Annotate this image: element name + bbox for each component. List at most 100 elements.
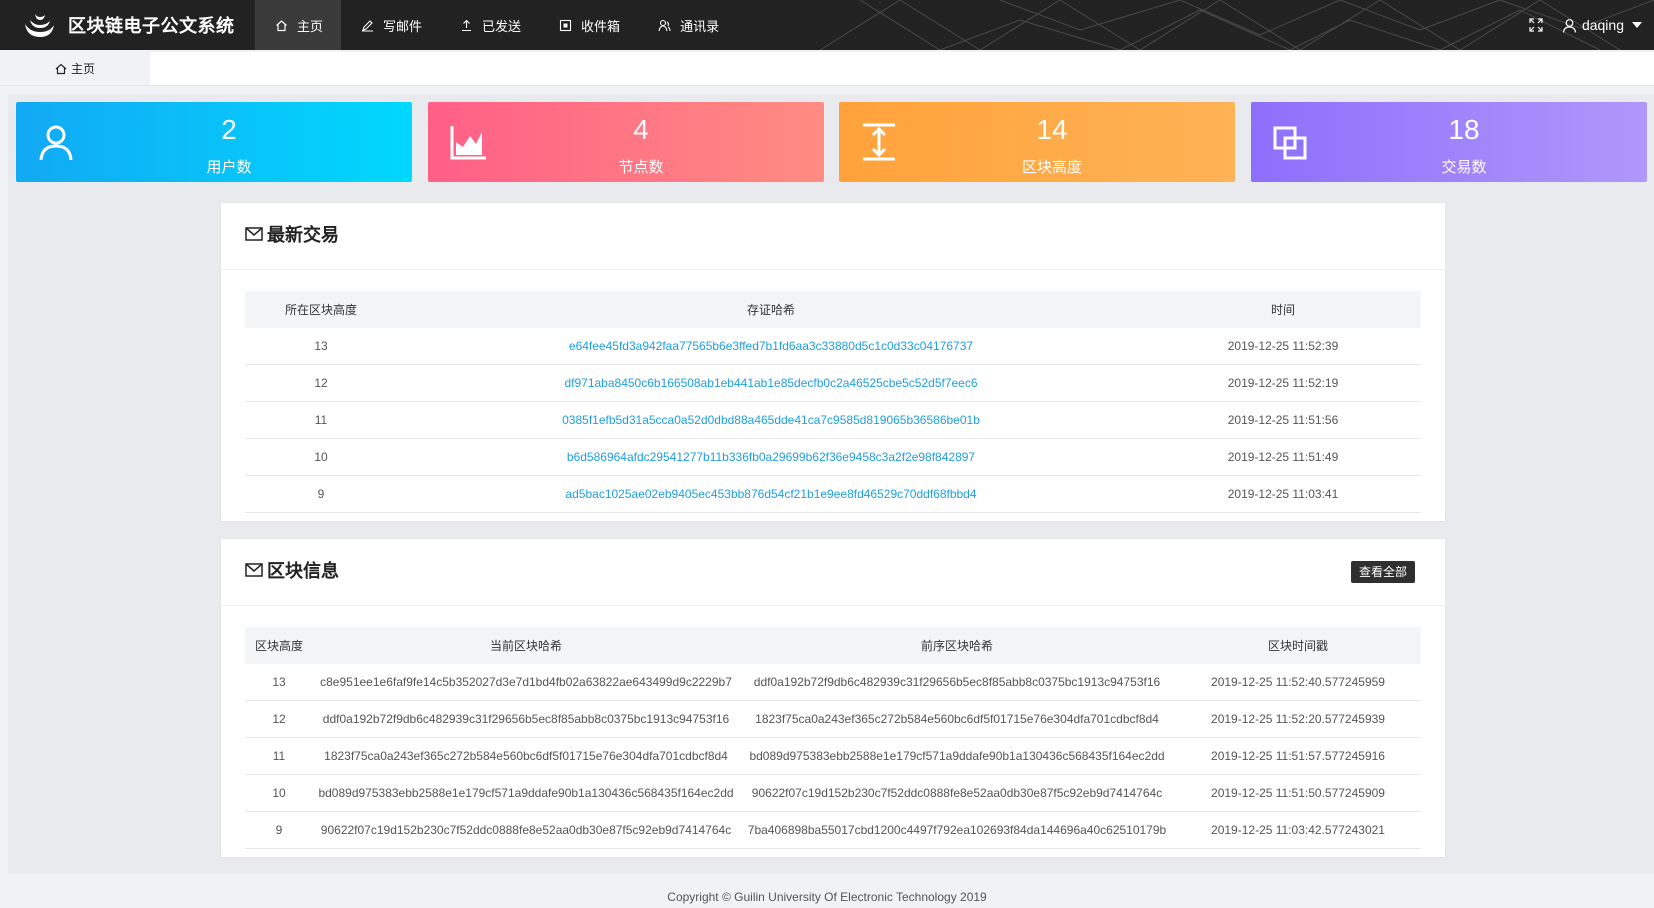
current-hash-cell: 1823f75ca0a243ef365c272b584e560bc6df5f01… [313,737,739,775]
timestamp-cell: 2019-12-25 11:51:57.577245916 [1175,737,1421,775]
timestamp-cell: 2019-12-25 11:52:20.577245939 [1175,700,1421,738]
previous-hash-cell: 90622f07c19d152b230c7f52ddc0888fe8e52aa0… [739,774,1175,812]
time-cell: 2019-12-25 11:51:56 [1145,401,1421,439]
user-menu[interactable]: daqing [1562,17,1642,33]
previous-hash-cell: 7ba406898ba55017cbd1200c4497f792ea102693… [739,811,1175,849]
nav-item-contacts[interactable]: 通讯录 [638,0,737,50]
column-header: 当前区块哈希 [313,627,739,664]
table-row: 9 ad5bac1025ae02eb9405ec453bb876d54cf21b… [245,475,1421,513]
stat-card-block-height[interactable]: 14 区块高度 [839,102,1235,182]
timestamp-cell: 2019-12-25 11:03:42.577243021 [1175,811,1421,849]
hash-link[interactable]: df971aba8450c6b166508ab1eb441ab1e85decfb… [397,364,1145,402]
nav-item-inbox[interactable]: 收件箱 [539,0,638,50]
time-cell: 2019-12-25 11:52:19 [1145,364,1421,402]
top-navbar: 区块链电子公文系统 主页 写邮件 已发送 收件箱 通讯录 daqing [0,0,1654,50]
stat-card-transactions[interactable]: 18 交易数 [1251,102,1647,182]
block-info-card: 区块信息 查看全部 区块高度 当前区块哈希 前序区块哈希 区块时间戳 13 c8… [220,538,1446,858]
column-header: 存证哈希 [397,291,1145,328]
upload-icon [460,19,473,32]
nav-item-sent[interactable]: 已发送 [440,0,539,50]
card-header: 区块信息 查看全部 [221,539,1445,606]
home-icon [55,63,67,74]
mail-icon [245,563,263,577]
time-cell: 2019-12-25 11:51:49 [1145,438,1421,476]
fullscreen-icon[interactable] [1528,17,1544,33]
transactions-table: 所在区块高度 存证哈希 时间 13 e64fee45fd3a942faa7756… [245,291,1421,513]
current-hash-cell: c8e951ee1e6faf9fe14c5b352027d3e7d1bd4fb0… [313,664,739,701]
footer-copyright: Copyright © Guilin University Of Electro… [667,890,987,904]
block-height-cell: 10 [245,774,313,812]
nav-item-home[interactable]: 主页 [255,0,342,50]
latest-transactions-card: 最新交易 所在区块高度 存证哈希 时间 13 e64fee45fd3a942fa… [220,202,1446,522]
block-height-cell: 12 [245,364,397,402]
stat-card-nodes[interactable]: 4 节点数 [428,102,824,182]
current-hash-cell: ddf0a192b72f9db6c482939c31f29656b5ec8f85… [313,700,739,738]
table-row: 13 e64fee45fd3a942faa77565b6e3ffed7b1fd6… [245,328,1421,365]
nav-label: 通讯录 [680,18,720,34]
app-title: 区块链电子公文系统 [68,16,235,36]
nav-label: 已发送 [482,18,522,34]
hash-link[interactable]: e64fee45fd3a942faa77565b6e3ffed7b1fd6aa3… [397,328,1145,365]
logo-icon [25,14,54,37]
card-title: 区块信息 [245,557,339,583]
previous-hash-cell: ddf0a192b72f9db6c482939c31f29656b5ec8f85… [739,664,1175,701]
nav-item-compose[interactable]: 写邮件 [341,0,440,50]
hash-link[interactable]: ad5bac1025ae02eb9405ec453bb876d54cf21b1e… [397,475,1145,513]
column-header: 区块时间戳 [1175,627,1421,664]
tab-home[interactable]: 主页 [0,52,150,85]
hash-link[interactable]: b6d586964afdc29541277b11b336fb0a29699b62… [397,438,1145,476]
column-header: 区块高度 [245,627,313,664]
column-header: 所在区块高度 [245,291,397,328]
table-row: 10 b6d586964afdc29541277b11b336fb0a29699… [245,438,1421,476]
chevron-down-icon [1632,22,1642,28]
stat-label: 交易数 [1441,159,1487,176]
stat-value: 4 [633,114,649,145]
block-height-cell: 11 [245,401,397,439]
stat-value: 18 [1448,114,1480,145]
view-all-button[interactable]: 查看全部 [1350,561,1415,583]
current-hash-cell: bd089d975383ebb2588e1e179cf571a9ddafe90b… [313,774,739,812]
column-header: 时间 [1145,291,1421,328]
block-height-cell: 13 [245,328,397,365]
table-row: 13 c8e951ee1e6faf9fe14c5b352027d3e7d1bd4… [245,664,1421,701]
brand[interactable]: 区块链电子公文系统 [0,0,255,50]
card-title-text: 最新交易 [267,225,339,245]
stat-value: 2 [221,114,237,145]
edit-icon [361,19,374,32]
table-row: 11 0385f1efb5d31a5cca0a52d0dbd88a465dde4… [245,401,1421,439]
mail-icon [245,227,263,241]
previous-hash-cell: 1823f75ca0a243ef365c272b584e560bc6df5f01… [739,700,1175,738]
block-height-cell: 13 [245,664,313,701]
card-header: 最新交易 [221,203,1445,270]
nav-label: 主页 [297,18,324,34]
user-icon [1562,18,1577,33]
nav-label: 收件箱 [581,18,621,34]
stat-value: 14 [1036,114,1068,145]
block-height-cell: 9 [245,475,397,513]
block-height-cell: 9 [245,811,313,849]
contacts-icon [658,19,671,32]
hash-link[interactable]: 0385f1efb5d31a5cca0a52d0dbd88a465dde41ca… [397,401,1145,439]
stat-label: 区块高度 [1021,159,1082,176]
table-header-row: 区块高度 当前区块哈希 前序区块哈希 区块时间戳 [245,627,1421,664]
previous-hash-cell: bd089d975383ebb2588e1e179cf571a9ddafe90b… [739,737,1175,775]
current-hash-cell: 90622f07c19d152b230c7f52ddc0888fe8e52aa0… [313,811,739,849]
timestamp-cell: 2019-12-25 11:52:40.577245959 [1175,664,1421,701]
table-row: 10 bd089d975383ebb2588e1e179cf571a9ddafe… [245,774,1421,812]
block-height-cell: 12 [245,700,313,738]
block-height-cell: 11 [245,737,313,775]
stat-label: 用户数 [206,159,252,176]
inbox-icon [559,19,572,32]
header-tools: daqing [1528,0,1654,50]
stat-card-users[interactable]: 2 用户数 [16,102,412,182]
stat-label: 节点数 [618,159,664,176]
user-name: daqing [1581,17,1624,33]
tab-label: 主页 [70,62,95,76]
table-header-row: 所在区块高度 存证哈希 时间 [245,291,1421,328]
main-content: 2 用户数 4 节点数 14 区块高度 18 交易数 最新交易 所在区块高度 存… [8,94,1654,874]
nav-label: 写邮件 [383,18,423,34]
table-row: 12 df971aba8450c6b166508ab1eb441ab1e85de… [245,364,1421,402]
table-row: 9 90622f07c19d152b230c7f52ddc0888fe8e52a… [245,811,1421,849]
block-height-cell: 10 [245,438,397,476]
card-title: 最新交易 [245,221,339,247]
